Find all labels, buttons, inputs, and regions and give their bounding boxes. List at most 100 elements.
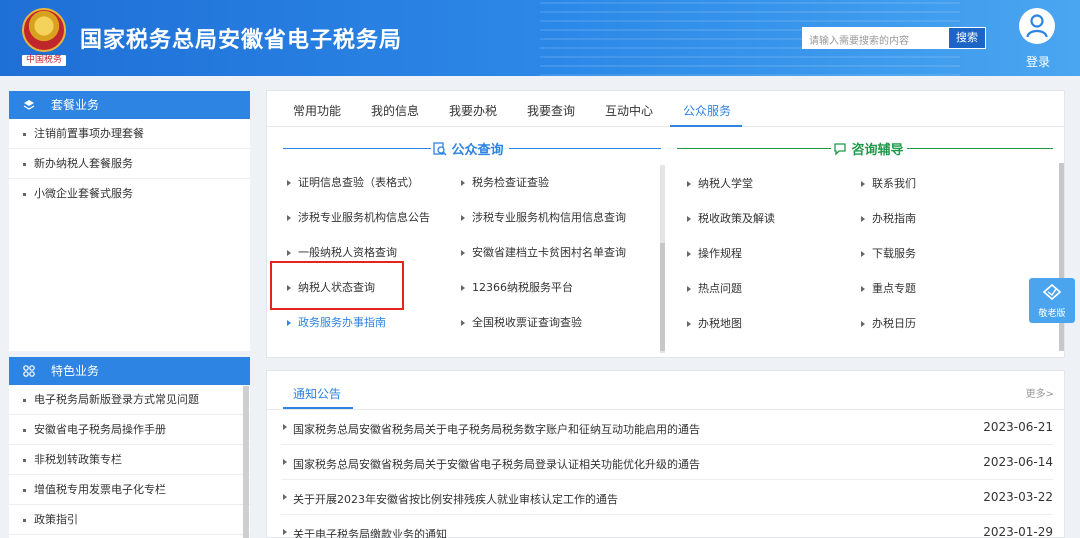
- notice-panel: 通知公告 更多> 国家税务总局安徽省税务局关于电子税务局税务数字账户和征纳互动功…: [266, 370, 1065, 538]
- notice-tab[interactable]: 通知公告: [293, 385, 341, 402]
- sidebar-item[interactable]: 注销前置事项办理套餐: [9, 119, 250, 149]
- query-link[interactable]: 安徽省建档立卡贫困村名单查询: [461, 244, 626, 260]
- notice-date: 2023-06-14: [983, 455, 1053, 469]
- notice-title[interactable]: 关于电子税务局缴款业务的通知: [293, 526, 447, 538]
- query-link[interactable]: 一般纳税人资格查询: [287, 244, 397, 260]
- notice-row[interactable]: 关于开展2023年安徽省按比例安排残疾人就业审核认定工作的通告 2023-03-2…: [281, 481, 1053, 515]
- caret-right-icon: [461, 285, 465, 291]
- query-link[interactable]: 12366纳税服务平台: [461, 279, 573, 295]
- header-bar: 中国税务 国家税务总局安徽省电子税务局 请输入需要搜索的内容 搜索 登录: [0, 0, 1080, 76]
- bullet: [23, 458, 26, 462]
- tab-interaction[interactable]: 互动中心: [605, 102, 653, 119]
- search-button[interactable]: 搜索: [948, 27, 986, 49]
- bullet: [23, 488, 26, 492]
- consult-link[interactable]: 纳税人学堂: [687, 175, 753, 191]
- caret-right-icon: [687, 251, 691, 257]
- bullet: [23, 398, 26, 402]
- tax-emblem-icon: [22, 8, 66, 52]
- site-title[interactable]: 国家税务总局安徽省电子税务局: [80, 22, 402, 54]
- divider: [677, 148, 831, 149]
- search-input[interactable]: 请输入需要搜索的内容: [802, 27, 948, 49]
- tab-public-service[interactable]: 公众服务: [683, 102, 731, 119]
- consult-title: 咨询辅导: [833, 139, 904, 158]
- caret-right-icon: [861, 216, 865, 222]
- notice-title[interactable]: 关于开展2023年安徽省按比例安排残疾人就业审核认定工作的通告: [293, 491, 618, 507]
- consult-link[interactable]: 办税日历: [861, 315, 916, 331]
- notice-row[interactable]: 国家税务总局安徽省税务局关于电子税务局税务数字账户和征纳互动功能启用的通告 202…: [281, 411, 1053, 445]
- consult-link[interactable]: 热点问题: [687, 280, 742, 296]
- login-link[interactable]: 登录: [1018, 53, 1058, 70]
- public-query-title: 公众查询: [433, 139, 504, 158]
- featured-panel-title: 特色业务: [51, 364, 100, 378]
- sidebar-item-label: 注销前置事项办理套餐: [34, 127, 144, 140]
- tab-query[interactable]: 我要查询: [527, 102, 575, 119]
- sidebar-item[interactable]: 政策指引: [9, 505, 250, 535]
- bullet: [23, 162, 26, 166]
- query-scrollbar[interactable]: [660, 243, 665, 351]
- notice-date: 2023-03-22: [983, 490, 1053, 504]
- query-link[interactable]: 涉税专业服务机构信息公告: [287, 209, 430, 225]
- bullet: [23, 518, 26, 522]
- tab-bar: 常用功能 我的信息 我要办税 我要查询 互动中心 公众服务: [267, 91, 1064, 127]
- caret-right-icon: [287, 250, 291, 256]
- grid-icon: [23, 365, 35, 377]
- package-list: 注销前置事项办理套餐 新办纳税人套餐服务 小微企业套餐式服务: [9, 119, 250, 351]
- elder-mode-button[interactable]: 敬老版: [1029, 278, 1075, 323]
- caret-right-icon: [687, 181, 691, 187]
- tab-common[interactable]: 常用功能: [293, 102, 341, 119]
- bullet: [23, 192, 26, 196]
- package-panel-title: 套餐业务: [51, 98, 100, 112]
- sidebar-item-label: 新办纳税人套餐服务: [34, 157, 133, 170]
- consult-link[interactable]: 联系我们: [861, 175, 916, 191]
- query-link[interactable]: 税务检查证查验: [461, 174, 549, 190]
- query-link[interactable]: 证明信息查验（表格式）: [287, 174, 419, 190]
- notice-title[interactable]: 国家税务总局安徽省税务局关于电子税务局税务数字账户和征纳互动功能启用的通告: [293, 421, 700, 437]
- user-icon[interactable]: [1019, 8, 1055, 44]
- layers-icon: [23, 100, 35, 110]
- sidebar-item[interactable]: 安徽省电子税务局操作手册: [9, 415, 250, 445]
- notice-date: 2023-06-21: [983, 420, 1053, 434]
- notice-date: 2023-01-29: [983, 525, 1053, 538]
- chat-icon: [834, 143, 846, 156]
- sidebar-item[interactable]: 增值税专用发票电子化专栏: [9, 475, 250, 505]
- caret-right-icon: [687, 216, 691, 222]
- active-tab-indicator: [670, 125, 742, 127]
- sidebar-item[interactable]: 小微企业套餐式服务: [9, 179, 250, 209]
- caret-right-icon: [283, 529, 287, 535]
- consult-link[interactable]: 办税地图: [687, 315, 742, 331]
- elder-mode-label: 敬老版: [1038, 309, 1066, 319]
- consult-link[interactable]: 操作规程: [687, 245, 742, 261]
- caret-right-icon: [461, 320, 465, 326]
- public-query-title-text: 公众查询: [451, 143, 504, 158]
- bullet: [23, 428, 26, 432]
- query-link[interactable]: 涉税专业服务机构信用信息查询: [461, 209, 626, 225]
- consult-link[interactable]: 办税指南: [861, 210, 916, 226]
- package-panel-header: 套餐业务: [9, 91, 250, 119]
- tab-my-info[interactable]: 我的信息: [371, 102, 419, 119]
- sidebar-item-label: 安徽省电子税务局操作手册: [34, 423, 166, 436]
- query-link[interactable]: 全国税收票证查询查验: [461, 314, 582, 330]
- notice-title[interactable]: 国家税务总局安徽省税务局关于安徽省电子税务局登录认证相关功能优化升级的通告: [293, 456, 700, 472]
- consult-link[interactable]: 重点专题: [861, 280, 916, 296]
- sidebar-item[interactable]: 电子税务局新版登录方式常见问题: [9, 385, 250, 415]
- service-panel: 常用功能 我的信息 我要办税 我要查询 互动中心 公众服务 公众查询 咨询辅导 …: [266, 90, 1065, 358]
- caret-right-icon: [461, 215, 465, 221]
- caret-right-icon: [861, 181, 865, 187]
- caret-right-icon: [861, 321, 865, 327]
- featured-list: 电子税务局新版登录方式常见问题 安徽省电子税务局操作手册 非税划转政策专栏 增值…: [9, 385, 250, 538]
- sidebar-item-label: 小微企业套餐式服务: [34, 187, 133, 200]
- tab-tax-handling[interactable]: 我要办税: [449, 102, 497, 119]
- caret-right-icon: [283, 459, 287, 465]
- consult-link[interactable]: 税收政策及解读: [687, 210, 775, 226]
- consult-link[interactable]: 下载服务: [861, 245, 916, 261]
- sidebar-item[interactable]: 新办纳税人套餐服务: [9, 149, 250, 179]
- sidebar-scrollbar[interactable]: [243, 386, 249, 538]
- featured-panel-header: 特色业务: [9, 357, 250, 385]
- notice-row[interactable]: 关于电子税务局缴款业务的通知 2023-01-29: [281, 516, 1053, 538]
- sidebar-item[interactable]: 非税划转政策专栏: [9, 445, 250, 475]
- divider: [907, 148, 1053, 149]
- query-link[interactable]: 政务服务办事指南: [287, 314, 386, 330]
- more-link[interactable]: 更多>: [1026, 385, 1054, 400]
- notice-row[interactable]: 国家税务总局安徽省税务局关于安徽省电子税务局登录认证相关功能优化升级的通告 202…: [281, 446, 1053, 480]
- divider: [509, 148, 661, 149]
